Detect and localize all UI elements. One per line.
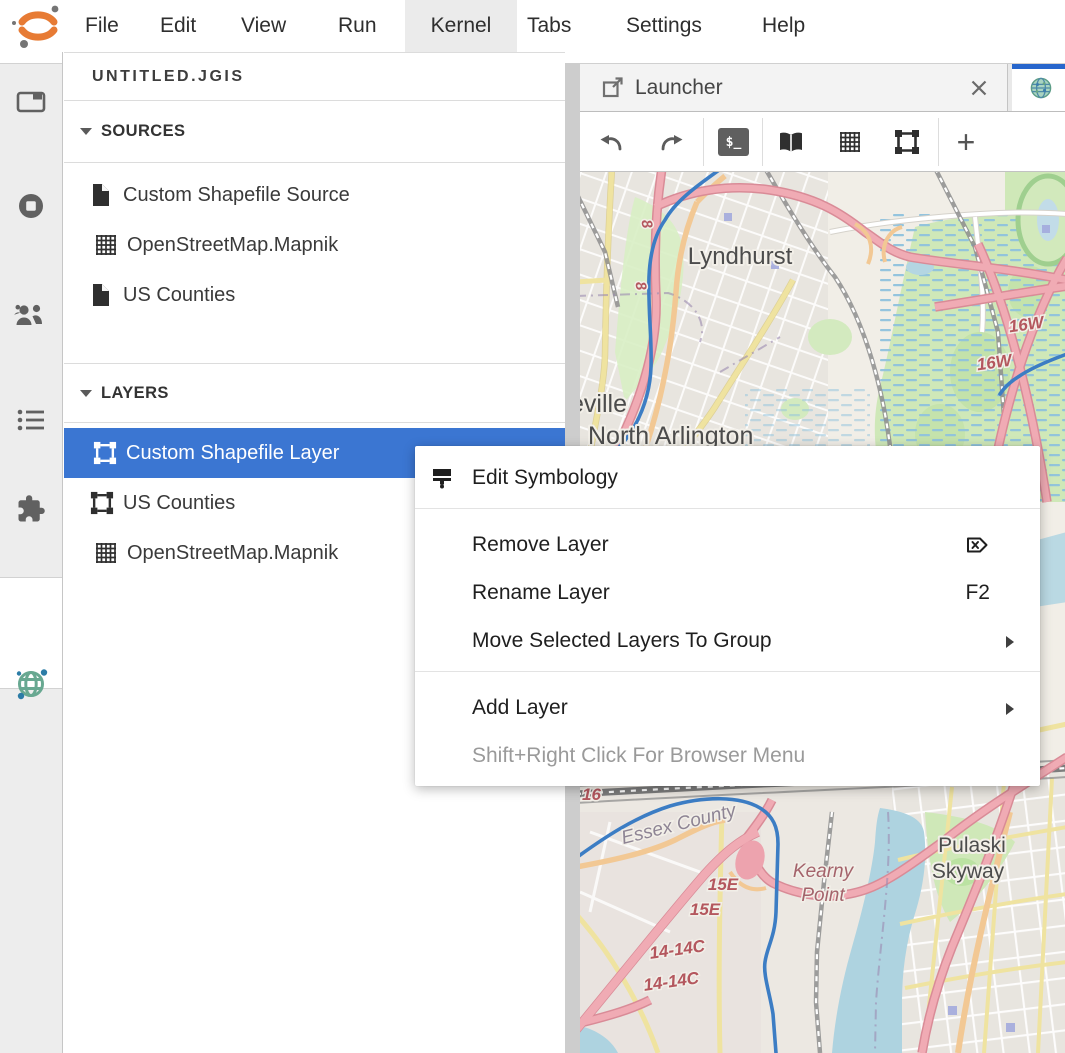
map-label-pulaski-1: Pulaski <box>938 834 1006 857</box>
identify-button[interactable] <box>777 112 805 172</box>
globe-image-icon <box>1030 77 1052 99</box>
remove-tag-icon <box>965 521 990 569</box>
undo-icon <box>598 131 624 153</box>
sidebar-tab-running-kernels[interactable] <box>0 192 62 220</box>
context-menu-item-move-to-group[interactable]: Move Selected Layers To Group <box>415 617 1040 665</box>
redo-icon <box>659 131 685 153</box>
caret-down-icon <box>80 390 92 397</box>
toolbar-separator <box>938 118 939 166</box>
map-label-kearny-1: Kearny <box>793 861 855 882</box>
jupytergis-logo-icon <box>10 3 66 49</box>
context-menu-item-rename-layer[interactable]: Rename Layer F2 <box>415 569 1040 617</box>
select-features-button[interactable] <box>894 112 920 172</box>
map-label-belleville: eville <box>580 390 627 418</box>
panel-title: UNTITLED.JGIS <box>64 53 565 101</box>
paint-brush-icon <box>430 466 454 490</box>
vector-square-icon <box>90 491 114 515</box>
menu-tabs[interactable]: Tabs <box>527 0 571 52</box>
globe-icon <box>11 664 51 704</box>
road-shield: 16 <box>582 785 601 804</box>
context-menu-item-remove-layer[interactable]: Remove Layer <box>415 521 1040 569</box>
submenu-arrow-icon <box>1006 636 1014 648</box>
shortcut-label: F2 <box>965 569 990 617</box>
map-label-pulaski-2: Skyway <box>932 860 1005 883</box>
folder-icon <box>15 88 47 116</box>
layers-section-header[interactable]: LAYERS <box>64 363 565 423</box>
menu-help[interactable]: Help <box>762 0 805 52</box>
sidebar-tab-jupytergis[interactable] <box>0 664 62 704</box>
launcher-icon <box>601 76 624 99</box>
activity-bar <box>0 52 63 1053</box>
sources-section-header[interactable]: SOURCES <box>64 101 565 163</box>
tab-launcher[interactable]: Launcher <box>580 64 1008 111</box>
source-item-us-counties[interactable]: US Counties <box>64 270 565 320</box>
menu-edit[interactable]: Edit <box>160 0 196 52</box>
puzzle-icon <box>16 494 46 524</box>
tab-launcher-label: Launcher <box>635 76 723 100</box>
active-tab-accent <box>1012 64 1065 69</box>
map-label-kearny-2: Point <box>801 885 845 906</box>
map-label-lyndhurst: Lyndhurst <box>688 243 793 270</box>
close-icon[interactable] <box>967 76 991 100</box>
road-shield: 15E <box>708 875 739 894</box>
temporal-controller-button[interactable] <box>838 112 862 172</box>
menu-separator <box>415 508 1040 509</box>
map-toolbar: $_ + <box>580 112 1065 172</box>
users-icon <box>14 302 48 328</box>
terminal-icon: $_ <box>718 128 749 156</box>
context-menu-item-edit-symbology[interactable]: Edit Symbology <box>415 454 1040 502</box>
layer-context-menu: Edit Symbology Remove Layer Rename Layer… <box>415 446 1040 786</box>
jupytergis-window: File Edit View Run Kernel Tabs Settings … <box>0 0 1065 1053</box>
toolbar-separator <box>703 118 704 166</box>
caret-down-icon <box>80 128 92 135</box>
context-menu-item-add-layer[interactable]: Add Layer <box>415 684 1040 732</box>
context-menu-item-browser-menu-hint: Shift+Right Click For Browser Menu <box>415 732 1040 780</box>
vector-square-icon <box>894 129 920 155</box>
menu-separator <box>415 671 1040 672</box>
stop-circle-icon <box>17 192 45 220</box>
sidebar-tab-table-of-contents[interactable] <box>0 407 62 433</box>
open-book-icon <box>777 130 805 154</box>
file-icon <box>90 183 114 207</box>
redo-button[interactable] <box>659 112 685 172</box>
tab-jgis-document[interactable] <box>1012 64 1065 111</box>
road-shield: 15E <box>690 900 721 919</box>
activity-bar-bottom-group <box>0 688 62 1053</box>
undo-button[interactable] <box>598 112 624 172</box>
sidebar-tab-extensions[interactable] <box>0 494 62 524</box>
grid-icon <box>838 130 862 154</box>
menu-settings[interactable]: Settings <box>626 0 702 52</box>
sidebar-tab-collaboration[interactable] <box>0 302 62 328</box>
sidebar-tab-file-browser[interactable] <box>0 88 62 116</box>
source-item-custom-shapefile[interactable]: Custom Shapefile Source <box>64 170 565 220</box>
menu-file[interactable]: File <box>85 0 119 52</box>
menu-kernel[interactable]: Kernel <box>405 0 517 52</box>
vector-square-icon <box>93 441 117 465</box>
plus-icon: + <box>957 112 976 172</box>
menu-view[interactable]: View <box>241 0 286 52</box>
raster-grid-icon <box>94 541 118 565</box>
add-button[interactable]: + <box>952 112 980 172</box>
file-icon <box>90 283 114 307</box>
menu-bar: File Edit View Run Kernel Tabs Settings … <box>0 0 1065 52</box>
toolbar-separator <box>762 118 763 166</box>
submenu-arrow-icon <box>1006 703 1014 715</box>
terminal-button[interactable]: $_ <box>718 112 749 172</box>
source-item-osm-mapnik[interactable]: OpenStreetMap.Mapnik <box>64 220 565 270</box>
raster-grid-icon <box>94 233 118 257</box>
menu-run[interactable]: Run <box>338 0 377 52</box>
dock-tab-bar: Launcher <box>580 63 1065 112</box>
list-icon <box>16 407 46 433</box>
